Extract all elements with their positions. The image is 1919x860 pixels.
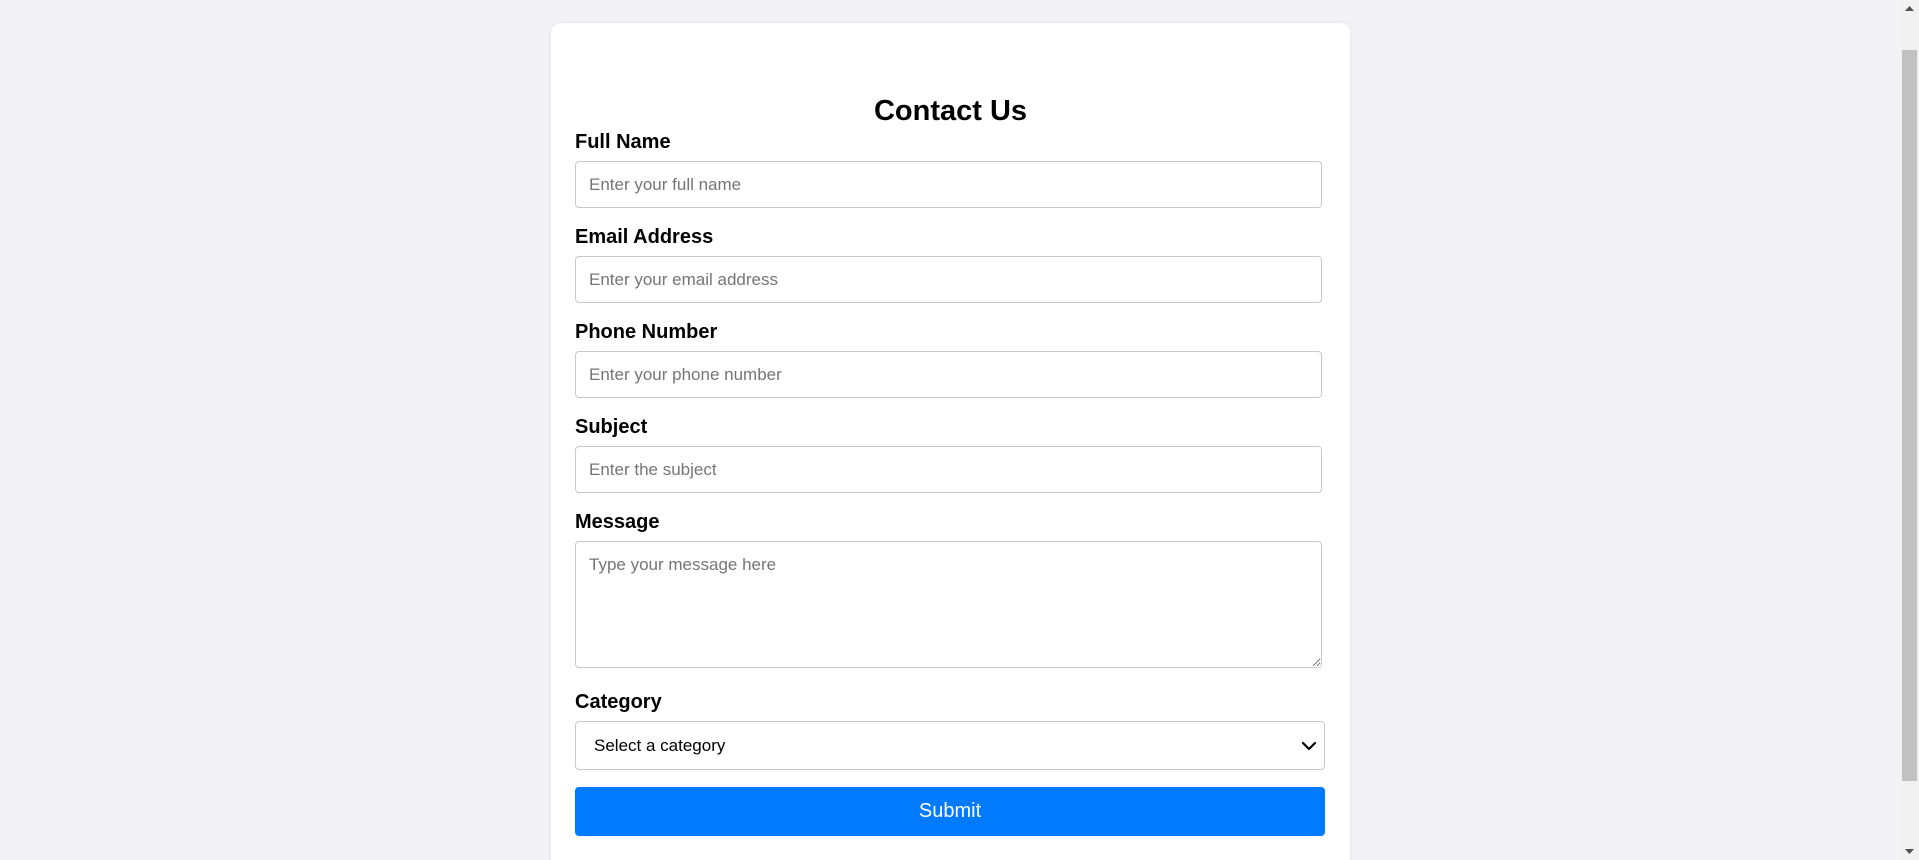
category-selected-value: Select a category — [594, 736, 726, 755]
page-title: Contact Us — [873, 95, 1028, 127]
message-label: Message — [575, 511, 660, 533]
subject-input[interactable] — [575, 446, 1322, 493]
category-select[interactable]: Select a category — [575, 721, 1325, 770]
email-input[interactable] — [575, 256, 1322, 303]
subject-label: Subject — [575, 416, 648, 438]
full-name-input[interactable] — [575, 161, 1322, 208]
vertical-scrollbar[interactable] — [1900, 0, 1919, 860]
chevron-down-icon — [1301, 741, 1317, 751]
scrollbar-thumb[interactable] — [1902, 50, 1917, 781]
phone-input[interactable] — [575, 351, 1322, 398]
scroll-up-arrow-icon[interactable] — [1900, 0, 1919, 17]
message-textarea[interactable] — [575, 541, 1322, 668]
phone-label: Phone Number — [575, 321, 718, 343]
page: Contact Us Full Name Email Address Phone… — [0, 0, 1919, 860]
email-label: Email Address — [575, 226, 714, 248]
category-label: Category — [575, 691, 662, 713]
full-name-label: Full Name — [575, 131, 671, 153]
scroll-down-arrow-icon[interactable] — [1900, 843, 1919, 860]
submit-button[interactable]: Submit — [575, 787, 1325, 836]
